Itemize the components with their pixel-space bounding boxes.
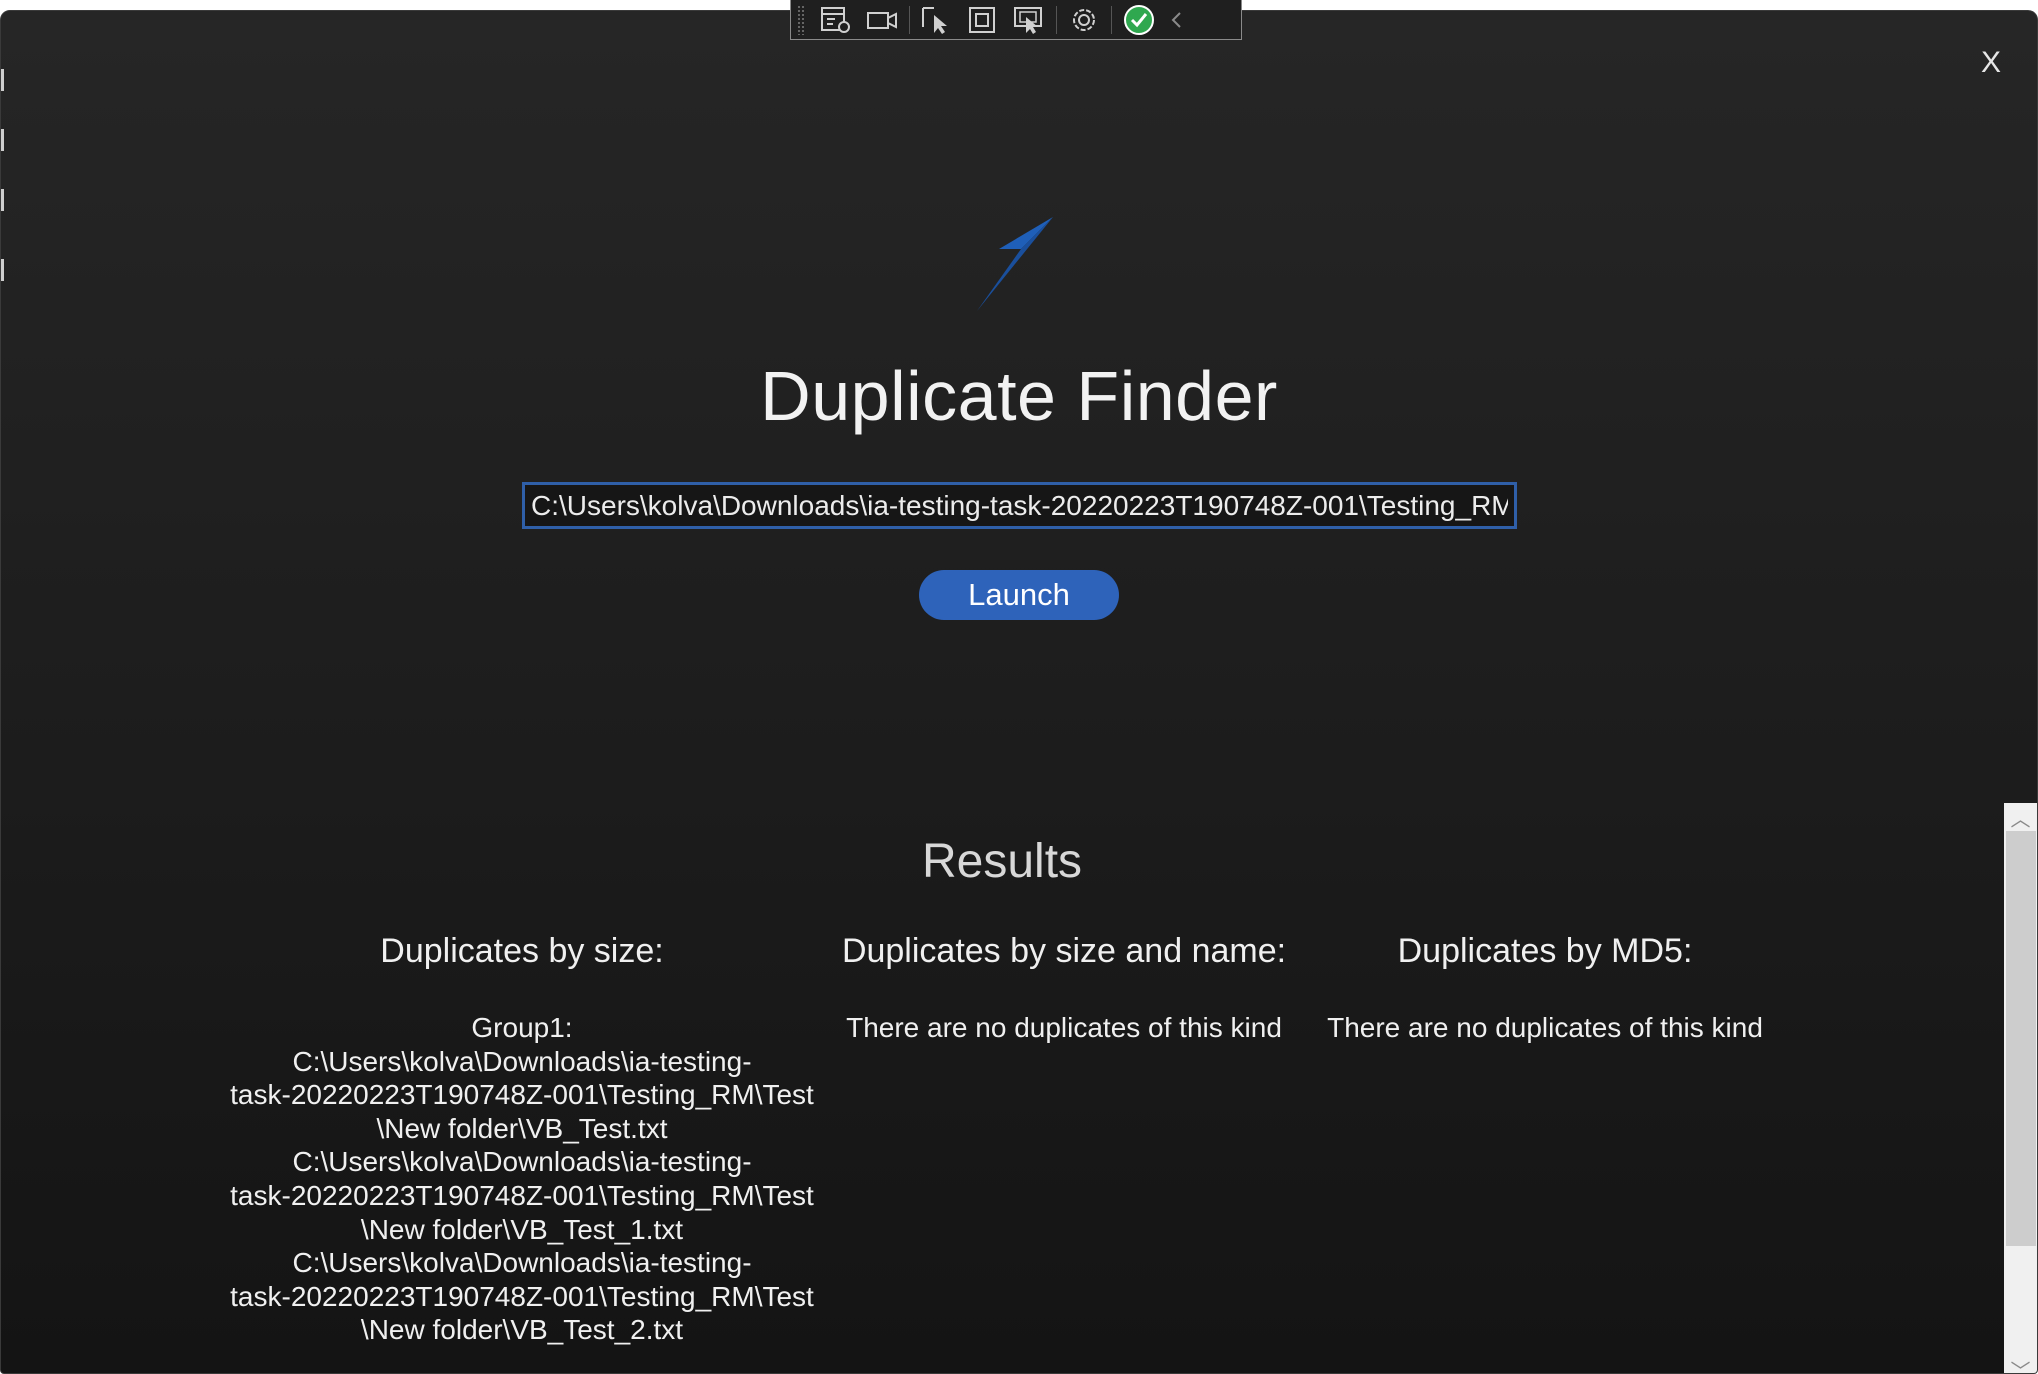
scrollbar-thumb[interactable] [2006,831,2036,1246]
result-line: task-20220223T190748Z-001\Testing_RM\Tes… [230,1280,814,1312]
launch-button[interactable]: Launch [919,570,1119,620]
edge-marker [1,189,4,211]
duplicates-by-size-list: Group1: C:\Users\kolva\Downloads\ia-test… [211,1011,833,1347]
results-title: Results [921,835,1083,888]
scroll-down-icon[interactable]: ﹀ [2004,1355,2037,1374]
duplicates-by-size-and-name-heading: Duplicates by size and name: [841,932,1287,970]
app-window: X Duplicate Finder Launch Results Duplic… [0,10,2038,1374]
toolbar-grip[interactable] [797,4,805,35]
toolbar-separator [909,5,910,34]
result-line: C:\Users\kolva\Downloads\ia-testing- [292,1045,752,1077]
scroll-up-icon[interactable]: ︿ [2004,803,2037,831]
edge-marker [1,129,4,151]
screen-select-icon[interactable] [1006,2,1052,38]
result-line: \New folder\VB_Test.txt [376,1112,668,1144]
result-line: \New folder\VB_Test_2.txt [360,1314,684,1346]
record-icon[interactable] [859,2,905,38]
duplicates-by-size-and-name-column: Duplicates by size and name: There are n… [833,929,1295,1045]
toolbar-separator [1056,5,1057,34]
result-line: Group1: [471,1012,573,1043]
result-line: \New folder\VB_Test_1.txt [360,1213,684,1245]
edge-marker [1,69,4,91]
folder-path-input[interactable] [522,482,1517,529]
result-line: task-20220223T190748Z-001\Testing_RM\Tes… [230,1079,814,1111]
debug-toolbar [790,0,1242,40]
vertical-scrollbar[interactable]: ︿ ﹀ [2004,803,2037,1374]
result-line: C:\Users\kolva\Downloads\ia-testing- [292,1247,752,1279]
layout-bounds-icon[interactable] [960,2,1006,38]
no-duplicates-message: There are no duplicates of this kind [1327,1012,1763,1043]
result-line: C:\Users\kolva\Downloads\ia-testing- [292,1146,752,1178]
no-duplicates-message: There are no duplicates of this kind [846,1012,1282,1043]
collapse-chevron-icon[interactable] [1162,2,1192,38]
duplicates-by-md5-column: Duplicates by MD5: There are no duplicat… [1295,929,1795,1045]
app-title: Duplicate Finder [760,357,1278,435]
pointer-select-icon[interactable] [914,2,960,38]
select-element-icon[interactable] [813,2,859,38]
edge-marker [1,259,4,281]
duplicates-by-md5-heading: Duplicates by MD5: [1397,932,1693,970]
duplicates-by-size-heading: Duplicates by size: [380,932,664,970]
hot-reload-icon[interactable] [1061,2,1107,38]
check-icon[interactable] [1116,2,1162,38]
toolbar-separator [1111,5,1112,34]
duplicates-by-size-column: Duplicates by size: Group1: C:\Users\kol… [211,929,833,1347]
close-button[interactable]: X [1973,43,2009,83]
result-line: task-20220223T190748Z-001\Testing_RM\Tes… [230,1179,814,1211]
app-logo-icon [977,217,1053,311]
